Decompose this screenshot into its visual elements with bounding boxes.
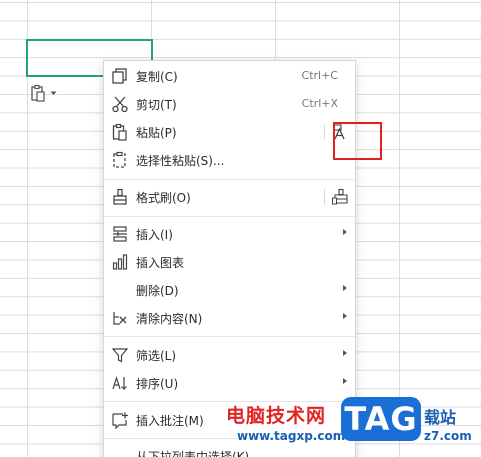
submenu-arrow-icon [343, 229, 347, 235]
clipboard-icon [112, 123, 127, 141]
menu-item-insert-chart[interactable]: 插入图表 [104, 248, 355, 276]
highlight-box [333, 122, 382, 160]
menu-item-paste[interactable]: 粘贴(P) [104, 118, 355, 146]
menu-separator [104, 336, 355, 337]
menu-label: 插入图表 [136, 256, 185, 270]
menu-item-insert[interactable]: 插入(I) [104, 220, 355, 248]
menu-divider [324, 124, 325, 140]
menu-separator [104, 179, 355, 180]
submenu-arrow-icon [343, 313, 347, 319]
menu-separator [104, 216, 355, 217]
watermark-url: www.tagxp.com [237, 429, 346, 443]
menu-label: 清除内容(N) [136, 312, 203, 326]
menu-label: 插入批注(M) [136, 414, 204, 428]
watermark-download-text: 载站 [424, 408, 457, 427]
menu-shortcut: Ctrl+X [301, 97, 338, 110]
submenu-arrow-icon [343, 285, 347, 291]
menu-label: 删除(D) [136, 284, 179, 298]
paste-options-button[interactable] [30, 83, 68, 103]
menu-label: 筛选(L) [136, 349, 177, 363]
brush-icon [113, 188, 127, 205]
bar-chart-icon [112, 254, 128, 270]
menu-label: 格式刷(O) [136, 191, 191, 205]
menu-label: 选择性粘贴(S)... [136, 154, 225, 168]
menu-label: 排序(U) [136, 377, 179, 391]
sort-icon [112, 376, 127, 390]
menu-item-cut[interactable]: 剪切(T) Ctrl+X [104, 90, 355, 118]
menu-item-paste-special[interactable]: 选择性粘贴(S)... [104, 146, 355, 174]
clipboard-icon [31, 84, 45, 102]
watermark-site-name: 电脑技术网 [226, 405, 327, 427]
submenu-arrow-icon [343, 378, 347, 384]
menu-shortcut: Ctrl+C [301, 69, 338, 82]
comment-plus-icon [112, 412, 128, 429]
watermark: 电脑技术网 www.tagxp.com TAG 载站 z7.com [226, 396, 481, 457]
menu-item-clear[interactable]: 清除内容(N) [104, 304, 355, 332]
tag-logo: TAG [340, 396, 422, 444]
menu-label: 粘贴(P) [136, 126, 177, 140]
menu-item-filter[interactable]: 筛选(L) [104, 341, 355, 369]
menu-label: 复制(C) [136, 70, 178, 84]
funnel-icon [111, 348, 129, 363]
eraser-icon [113, 312, 127, 325]
insert-rows-icon [113, 226, 127, 242]
menu-divider [324, 189, 325, 205]
copy-icon [112, 68, 127, 84]
scissors-icon [112, 96, 128, 113]
menu-label: 剪切(T) [136, 98, 177, 112]
brush-multi-icon[interactable] [331, 188, 349, 206]
tag-logo-text: TAG [344, 400, 418, 438]
chevron-down-icon [50, 91, 57, 95]
menu-item-copy[interactable]: 复制(C) Ctrl+C [104, 62, 355, 90]
watermark-domain: z7.com [424, 429, 472, 443]
clipboard-dashed-icon [113, 151, 126, 168]
submenu-arrow-icon [343, 350, 347, 356]
menu-item-format-painter[interactable]: 格式刷(O) [104, 183, 355, 211]
menu-item-delete[interactable]: 删除(D) [104, 276, 355, 304]
menu-label: 插入(I) [136, 228, 173, 242]
menu-item-sort[interactable]: 排序(U) [104, 369, 355, 397]
